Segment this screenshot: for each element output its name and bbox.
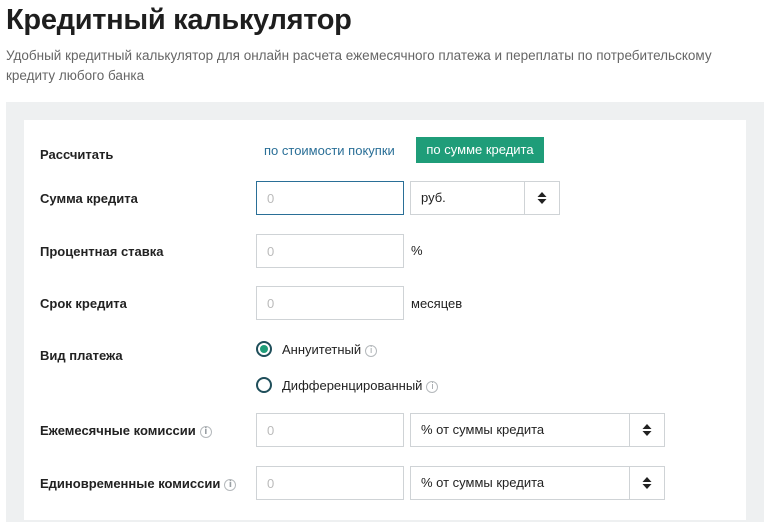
radio-annuity-label: Аннуитетный — [282, 342, 362, 357]
interest-rate-input[interactable] — [256, 234, 404, 268]
interest-rate-label: Процентная ставка — [40, 244, 164, 259]
radio-differentiated-label: Дифференцированный — [282, 378, 423, 393]
monthly-fees-type-select[interactable]: % от суммы кредита — [410, 413, 665, 447]
info-icon[interactable]: i — [224, 478, 237, 491]
page-title: Кредитный калькулятор — [6, 4, 352, 36]
currency-select[interactable]: руб. — [410, 181, 560, 215]
page: Кредитный калькулятор Удобный кредитный … — [0, 0, 770, 522]
monthly-fees-label: Ежемесячные комиссии — [40, 423, 196, 438]
info-icon[interactable]: i — [199, 425, 212, 438]
sort-arrows-icon — [629, 414, 664, 446]
monthly-fees-input[interactable] — [256, 413, 404, 447]
monthly-fees-label-row: Ежемесячные комиссии i — [40, 423, 212, 438]
loan-amount-input[interactable] — [256, 181, 404, 215]
radio-differentiated-text: Дифференцированный i — [282, 378, 439, 393]
tab-by-purchase-price[interactable]: по стоимости покупки — [264, 143, 395, 158]
loan-term-label: Срок кредита — [40, 296, 127, 311]
info-icon[interactable]: i — [426, 380, 439, 393]
sort-arrows-icon — [629, 467, 664, 499]
radio-annuity-text: Аннуитетный i — [282, 342, 378, 357]
radio-annuity[interactable] — [256, 341, 272, 357]
onetime-fees-label-row: Единовременные комиссии i — [40, 476, 237, 491]
monthly-fees-type-value: % от суммы кредита — [421, 422, 545, 437]
info-icon[interactable]: i — [365, 344, 378, 357]
loan-term-unit: месяцев — [411, 296, 463, 311]
onetime-fees-label: Единовременные комиссии — [40, 476, 221, 491]
calculator-card — [24, 120, 746, 520]
calc-mode-label: Рассчитать — [40, 147, 114, 162]
currency-select-value: руб. — [421, 190, 446, 205]
onetime-fees-input[interactable] — [256, 466, 404, 500]
onetime-fees-type-select[interactable]: % от суммы кредита — [410, 466, 665, 500]
loan-term-input[interactable] — [256, 286, 404, 320]
onetime-fees-type-value: % от суммы кредита — [421, 475, 545, 490]
sort-arrows-icon — [524, 182, 559, 214]
interest-rate-unit: % — [411, 243, 423, 258]
loan-amount-label: Сумма кредита — [40, 191, 138, 206]
radio-differentiated[interactable] — [256, 377, 272, 393]
payment-type-label: Вид платежа — [40, 348, 123, 363]
page-subtitle: Удобный кредитный калькулятор для онлайн… — [6, 48, 712, 83]
tab-by-credit-amount[interactable]: по сумме кредита — [416, 137, 544, 163]
